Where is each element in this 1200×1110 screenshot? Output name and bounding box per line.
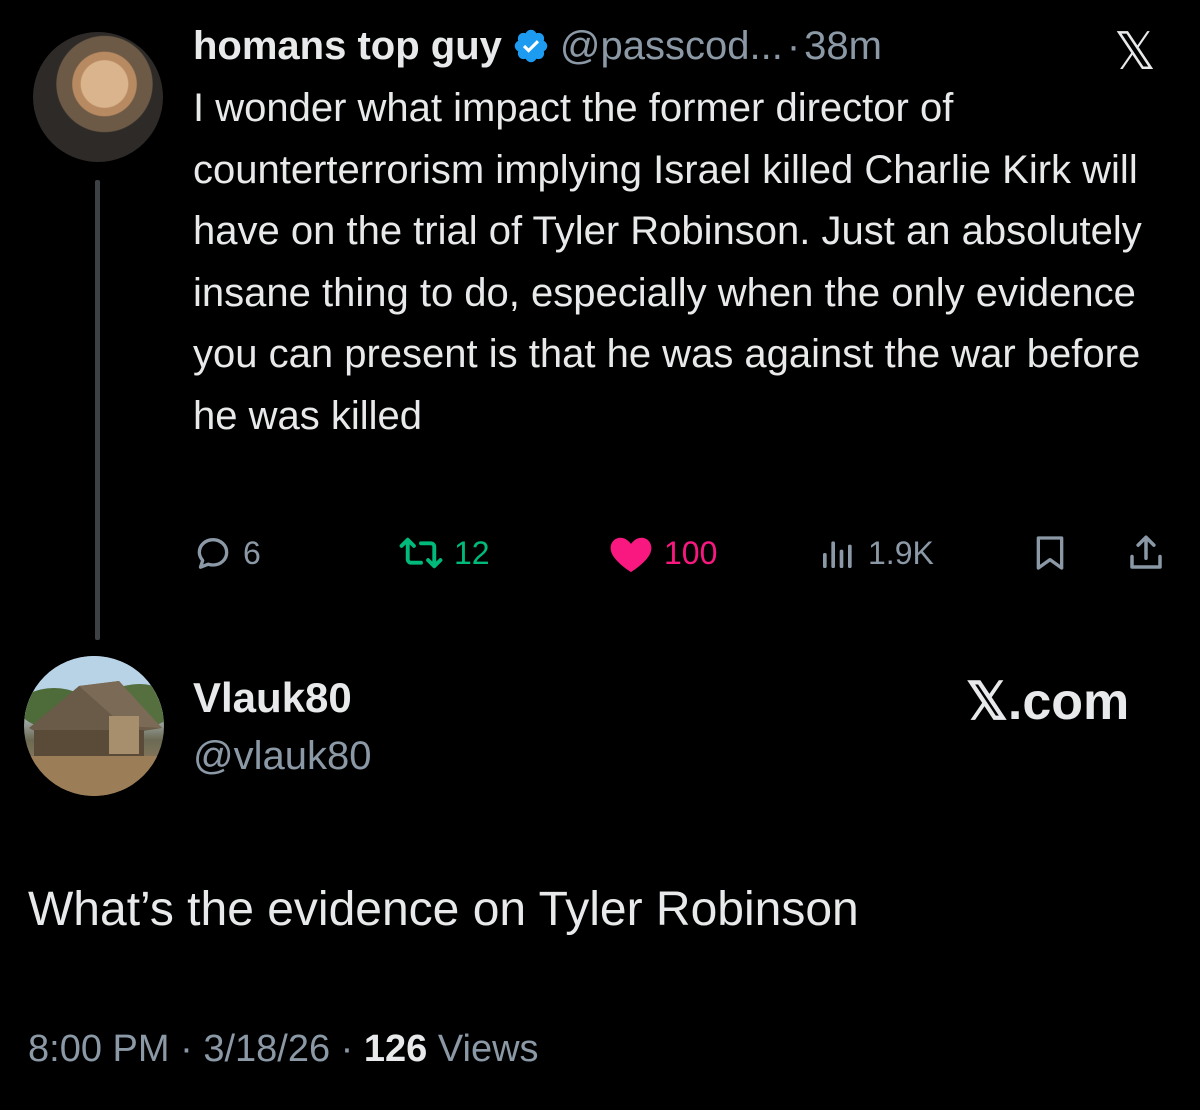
meta-separator-2: · — [330, 1028, 364, 1070]
bookmark-icon — [1036, 536, 1064, 570]
like-count: 100 — [664, 534, 718, 571]
meta-separator: · — [169, 1028, 204, 1070]
views-button[interactable]: 1.9K — [818, 528, 934, 578]
tweet-actions: 6 12 100 1.9K — [193, 528, 1173, 578]
author-handle[interactable]: @passcod... — [560, 22, 783, 70]
author-name[interactable]: homans top guy — [193, 22, 502, 70]
retweet-button[interactable]: 12 — [398, 528, 490, 578]
reply-time[interactable]: 8:00 PM — [28, 1028, 170, 1070]
reply-author-handle[interactable]: @vlauk80 — [193, 734, 371, 779]
reply-view-count: 126 — [363, 1028, 428, 1070]
views-count: 1.9K — [868, 534, 934, 571]
reply-date[interactable]: 3/18/26 — [203, 1028, 330, 1070]
retweet-count: 12 — [454, 534, 490, 571]
separator-dot: · — [786, 24, 801, 68]
reply-views-label: Views — [437, 1028, 539, 1070]
x-logo-icon: 𝕏 — [1114, 23, 1156, 81]
heart-icon — [610, 537, 652, 573]
tweet-text: I wonder what impact the former director… — [193, 86, 1142, 438]
verified-badge-icon — [512, 27, 550, 65]
reply-icon — [197, 538, 229, 569]
views-icon — [823, 541, 852, 568]
tweet-time[interactable]: 38m — [804, 22, 882, 70]
avatar-image — [24, 656, 164, 796]
share-button[interactable] — [1125, 528, 1167, 578]
reply-meta: 8:00 PM · 3/18/26 · 126 Views — [28, 1028, 539, 1071]
reply-count: 6 — [243, 534, 261, 571]
retweet-icon — [399, 537, 443, 569]
reply-author-name[interactable]: Vlauk80 — [193, 674, 352, 722]
like-button[interactable]: 100 — [608, 528, 717, 578]
x-com-logo: 𝕏.com — [966, 673, 1130, 731]
avatar-homans-top-guy[interactable] — [33, 32, 163, 162]
thread-line — [95, 180, 100, 640]
avatar-vlauk80[interactable] — [24, 656, 164, 796]
reply-button[interactable]: 6 — [193, 528, 261, 578]
reply-text: What’s the evidence on Tyler Robinson — [28, 883, 859, 936]
share-icon — [1130, 535, 1162, 569]
tweet-header: homans top guy @passcod... · 38m — [193, 22, 882, 70]
bookmark-button[interactable] — [1030, 528, 1070, 578]
